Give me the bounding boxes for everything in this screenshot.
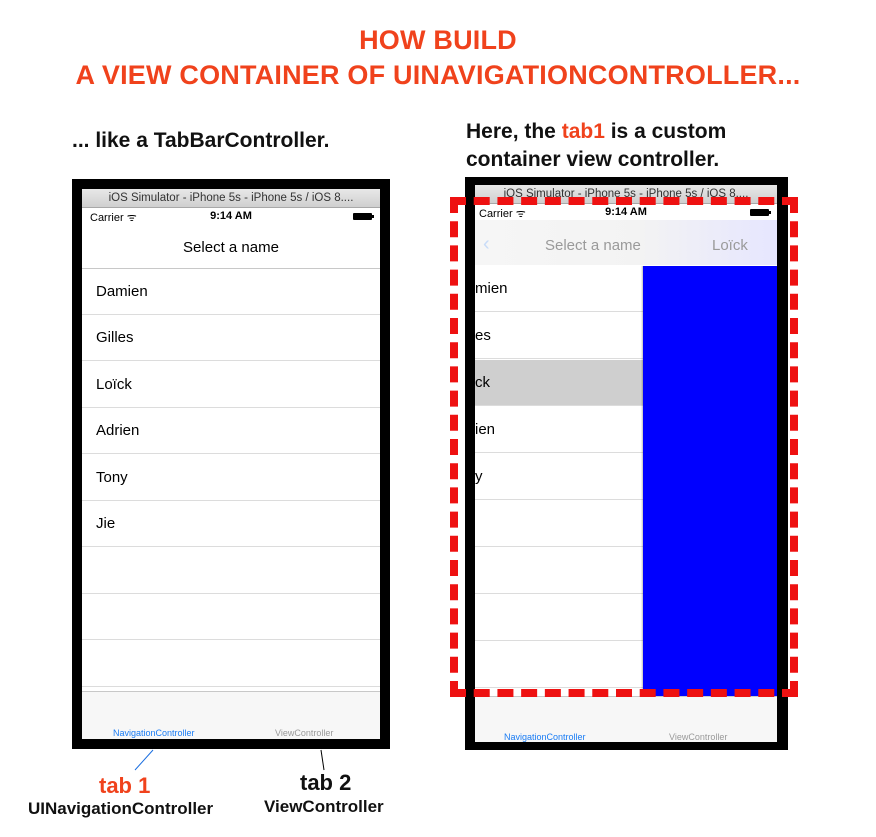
tab1-sublabel: UINavigationController: [28, 799, 214, 818]
tab1-label: tab 1: [99, 773, 151, 798]
tab2-label: tab 2: [300, 770, 352, 795]
tab2-sublabel: ViewController: [264, 797, 384, 816]
tab2-pointer-line: [320, 749, 325, 771]
tab1-pointer-line: [134, 749, 154, 771]
pointer-lines: [134, 749, 325, 771]
